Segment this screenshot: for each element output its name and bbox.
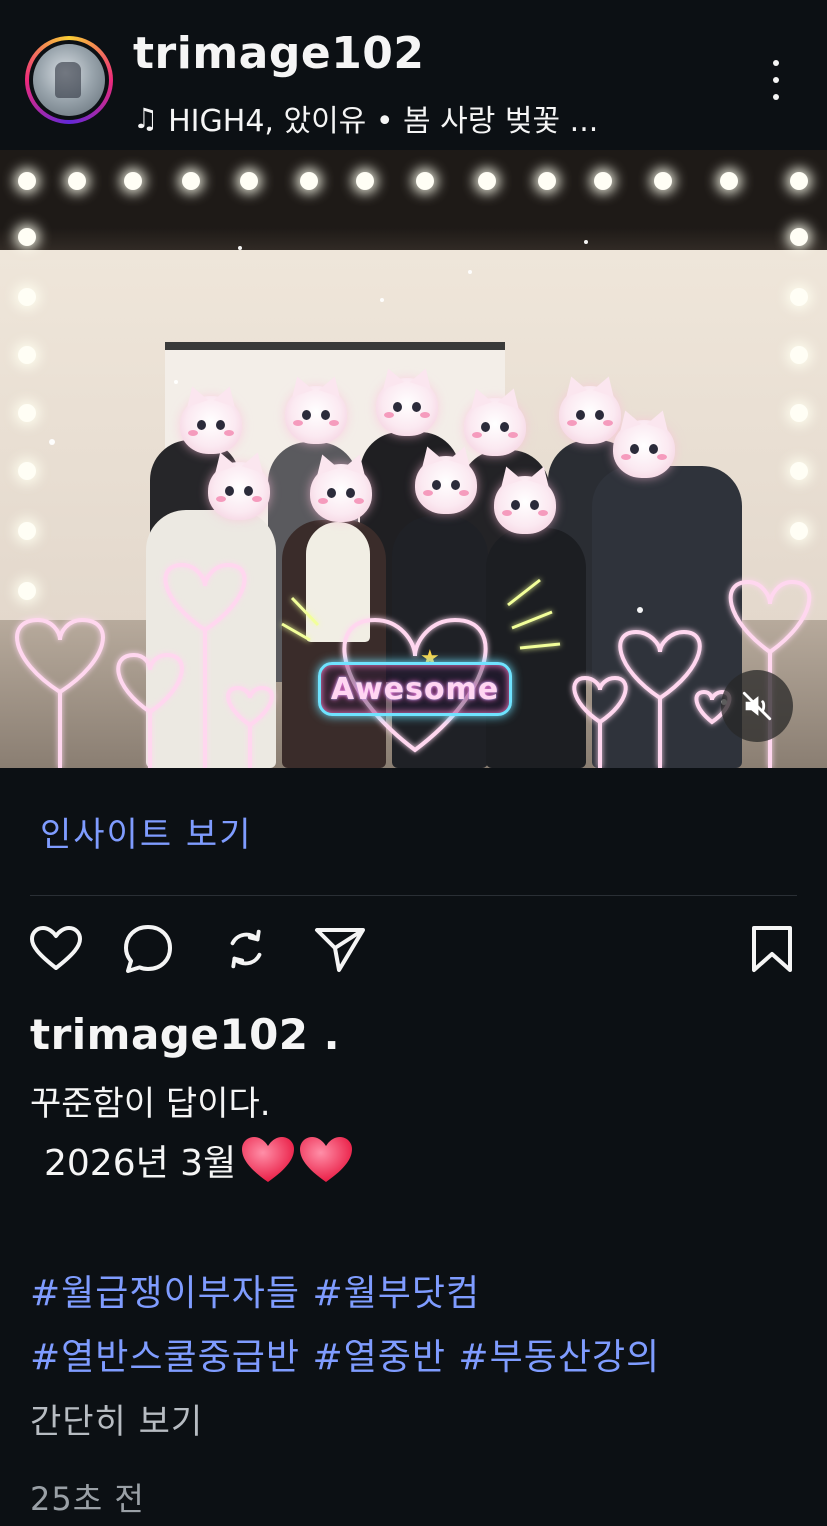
story-ring[interactable] — [25, 36, 113, 124]
divider — [30, 895, 797, 896]
caption-date: 2026년 3월 — [44, 1143, 237, 1184]
show-less-link[interactable]: 간단히 보기 — [30, 1394, 203, 1443]
more-vertical-icon[interactable] — [766, 60, 786, 100]
repost-button[interactable] — [219, 922, 273, 976]
caption-line: 2026년 3월 — [44, 1134, 354, 1186]
comment-bubble-icon — [124, 925, 172, 973]
repost-icon — [230, 929, 262, 969]
hashtag-line[interactable]: #월급쟁이부자들 #월부닷컴 — [30, 1262, 800, 1326]
red-heart-icon — [300, 1137, 353, 1182]
view-insights-link[interactable]: 인사이트 보기 — [40, 807, 253, 856]
post-username[interactable]: trimage102 — [133, 28, 425, 79]
caption-username[interactable]: trimage102 . — [30, 1010, 340, 1059]
red-heart-icon — [242, 1137, 295, 1182]
mute-button[interactable] — [721, 670, 793, 742]
comment-button[interactable] — [121, 922, 175, 976]
share-button[interactable] — [313, 922, 367, 976]
sticker-text: Awesome — [330, 671, 500, 707]
music-attribution[interactable]: ♫ HIGH4, 았이유 • 봄 사랑 벚꽃 ... — [133, 96, 598, 140]
heart-emoji-pair — [240, 1134, 354, 1186]
caption-hashtags: #월급쟁이부자들 #월부닷컴 #열반스쿨중급반 #열중반 #부동산강의 — [30, 1262, 800, 1390]
avatar[interactable] — [33, 44, 105, 116]
post-media[interactable]: ★ Awesome — [0, 150, 827, 768]
save-button[interactable] — [745, 922, 799, 976]
post-timestamp: 25초 전 — [30, 1480, 145, 1518]
send-paper-plane-icon — [315, 928, 365, 972]
awesome-sticker: Awesome — [318, 662, 512, 716]
heart-outline-icon — [30, 926, 82, 970]
post-header: trimage102 ♫ HIGH4, 았이유 • 봄 사랑 벚꽃 ... — [0, 0, 827, 150]
like-button[interactable] — [29, 922, 83, 976]
caption-line: 꾸준함이 답이다. — [30, 1084, 271, 1124]
bookmark-icon — [752, 926, 792, 972]
music-note-icon: ♫ — [133, 101, 159, 135]
speaker-muted-icon — [742, 691, 772, 721]
music-label: HIGH4, 았이유 • 봄 사랑 벚꽃 ... — [168, 104, 599, 139]
hashtag-line[interactable]: #열반스쿨중급반 #열중반 #부동산강의 — [30, 1326, 800, 1390]
